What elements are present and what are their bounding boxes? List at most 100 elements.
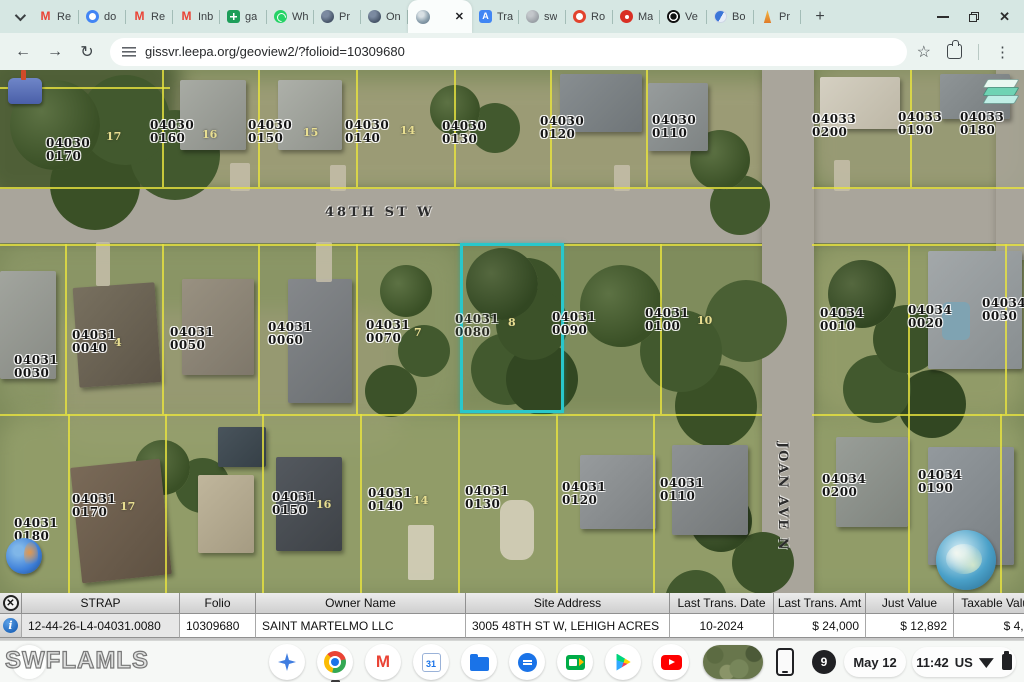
battery-icon xyxy=(1002,654,1012,670)
parcel-line xyxy=(165,414,167,593)
calendar-icon: 31 xyxy=(422,653,441,672)
tab-gmail-re-2[interactable]: MRe xyxy=(126,0,173,33)
play-triangle-icon xyxy=(615,654,632,671)
parcel-label: 04031 0070 xyxy=(366,319,412,345)
lot-number: 15 xyxy=(303,126,318,139)
parcel-line xyxy=(1000,414,1002,593)
tab-ma[interactable]: Ma xyxy=(613,0,660,33)
window-close-button[interactable]: ✕ xyxy=(999,9,1010,25)
site-settings-icon[interactable] xyxy=(122,46,136,58)
tab-ve[interactable]: Ve xyxy=(660,0,707,33)
tab-bo[interactable]: Bo xyxy=(707,0,754,33)
url-text[interactable]: gissvr.leepa.org/geoview2/?folioid=10309… xyxy=(145,44,405,59)
files-app-icon[interactable] xyxy=(461,644,497,680)
tab-label: Tra xyxy=(497,11,513,23)
lot-number: 17 xyxy=(106,130,121,143)
globe-small-icon[interactable] xyxy=(6,538,42,574)
street-label-48th-st-w: 48TH ST W xyxy=(325,205,435,220)
globe-large-icon[interactable] xyxy=(936,530,996,590)
browser-menu-icon[interactable]: ⋮ xyxy=(995,43,1010,61)
tab-gmail-inbox[interactable]: MInb xyxy=(173,0,220,33)
tab-label: Inb xyxy=(198,11,213,23)
assistant-app-icon[interactable] xyxy=(269,644,305,680)
info-cell: i xyxy=(0,614,22,638)
parcel-line xyxy=(1005,244,1007,414)
parcel-line xyxy=(908,414,910,593)
chevron-down-icon xyxy=(15,9,26,20)
geoview-app-pill[interactable] xyxy=(703,645,763,679)
tab-translate[interactable]: ATra xyxy=(472,0,519,33)
chrome-app-icon[interactable] xyxy=(317,644,353,680)
tab-search-button[interactable] xyxy=(6,4,32,30)
tab-close-icon[interactable]: ✕ xyxy=(455,10,464,23)
new-tab-button[interactable]: + xyxy=(807,4,833,30)
parcel-label: 04031 0150 xyxy=(272,491,318,517)
parcel-label: 04031 0130 xyxy=(465,485,511,511)
tab-pr-2[interactable]: Pr xyxy=(754,0,801,33)
status-tray[interactable]: 11:42 US xyxy=(912,647,1016,677)
gmail-icon: M xyxy=(376,652,390,672)
lot-number: 17 xyxy=(120,500,135,513)
system-shelf: SWFLAMLS M 31 9 May 12 11:42 US xyxy=(0,640,1024,682)
layers-3d-icon[interactable] xyxy=(985,78,1019,108)
tab-sheets[interactable]: ga xyxy=(220,0,267,33)
gis-aerial-map[interactable]: 04030 0170 04030 0160 04030 0150 04030 0… xyxy=(0,70,1024,593)
toolbar-divider xyxy=(978,44,979,60)
assistant-star-icon xyxy=(278,653,296,671)
folder-icon xyxy=(470,657,489,671)
address-bar[interactable]: gissvr.leepa.org/geoview2/?folioid=10309… xyxy=(110,38,907,66)
tab-gmail-re-1[interactable]: MRe xyxy=(32,0,79,33)
cell-owner-name: SAINT MARTELMO LLC xyxy=(256,614,466,638)
bookmark-star-icon[interactable]: ☆ xyxy=(917,42,931,62)
extensions-icon[interactable] xyxy=(947,44,962,59)
calendar-app-icon[interactable]: 31 xyxy=(413,644,449,680)
tab-on[interactable]: On xyxy=(361,0,408,33)
street-label-joan-ave-n: JOAN AVE N xyxy=(775,442,790,552)
table-close-button[interactable]: ✕ xyxy=(3,595,19,611)
phone-hub-icon[interactable] xyxy=(776,648,794,676)
youtube-app-icon[interactable] xyxy=(653,644,689,680)
parcel-label: 04030 0130 xyxy=(442,120,488,146)
notification-badge[interactable]: 9 xyxy=(812,650,836,674)
tab-label: Ve xyxy=(685,11,698,23)
messages-app-icon[interactable] xyxy=(509,644,545,680)
driveway xyxy=(96,242,110,286)
driveway xyxy=(408,525,434,580)
date-text: May 12 xyxy=(853,655,896,670)
parcel-label: 04031 0140 xyxy=(368,487,414,513)
window-controls: ✕ xyxy=(937,9,1024,25)
tab-label: On xyxy=(386,11,401,23)
tab-ro[interactable]: Ro xyxy=(566,0,613,33)
tab-pr-1[interactable]: Pr xyxy=(314,0,361,33)
parcel-label: 04031 0110 xyxy=(660,477,706,503)
parcel-label: 04034 0030 xyxy=(982,297,1024,323)
locale-text: US xyxy=(955,655,973,670)
tab-label: Pr xyxy=(779,11,790,23)
play-store-app-icon[interactable] xyxy=(605,644,641,680)
driveway xyxy=(316,242,332,282)
tab-do[interactable]: do xyxy=(79,0,126,33)
parcel-data-table: ✕ STRAP Folio Owner Name Site Address La… xyxy=(0,593,1024,640)
parcel-label: 04033 0190 xyxy=(898,111,944,137)
back-button[interactable]: ← xyxy=(10,39,36,65)
parcel-line xyxy=(458,414,460,593)
gmail-app-icon[interactable]: M xyxy=(365,644,401,680)
tab-sw[interactable]: sw xyxy=(519,0,566,33)
parcel-line xyxy=(812,414,1024,416)
info-icon[interactable]: i xyxy=(3,618,18,633)
forward-button[interactable]: → xyxy=(42,39,68,65)
date-pill[interactable]: May 12 xyxy=(844,647,906,677)
reload-button[interactable]: ↻ xyxy=(74,39,100,65)
meet-app-icon[interactable] xyxy=(557,644,593,680)
tab-label: Wh xyxy=(292,11,309,23)
restore-button[interactable] xyxy=(969,12,979,22)
cell-last-trans-date: 10-2024 xyxy=(670,614,774,638)
tab-whatsapp[interactable]: Wh xyxy=(267,0,314,33)
tab-active-geoview[interactable]: ✕ xyxy=(408,0,472,33)
tab-label: Ma xyxy=(638,11,653,23)
minimize-button[interactable] xyxy=(937,16,949,18)
parcel-line xyxy=(0,414,762,416)
parcel-label: 04031 0060 xyxy=(268,321,314,347)
youtube-icon xyxy=(661,655,682,670)
browser-window: MRe do MRe MInb ga Wh Pr On ✕ ATra sw Ro… xyxy=(0,0,1024,682)
